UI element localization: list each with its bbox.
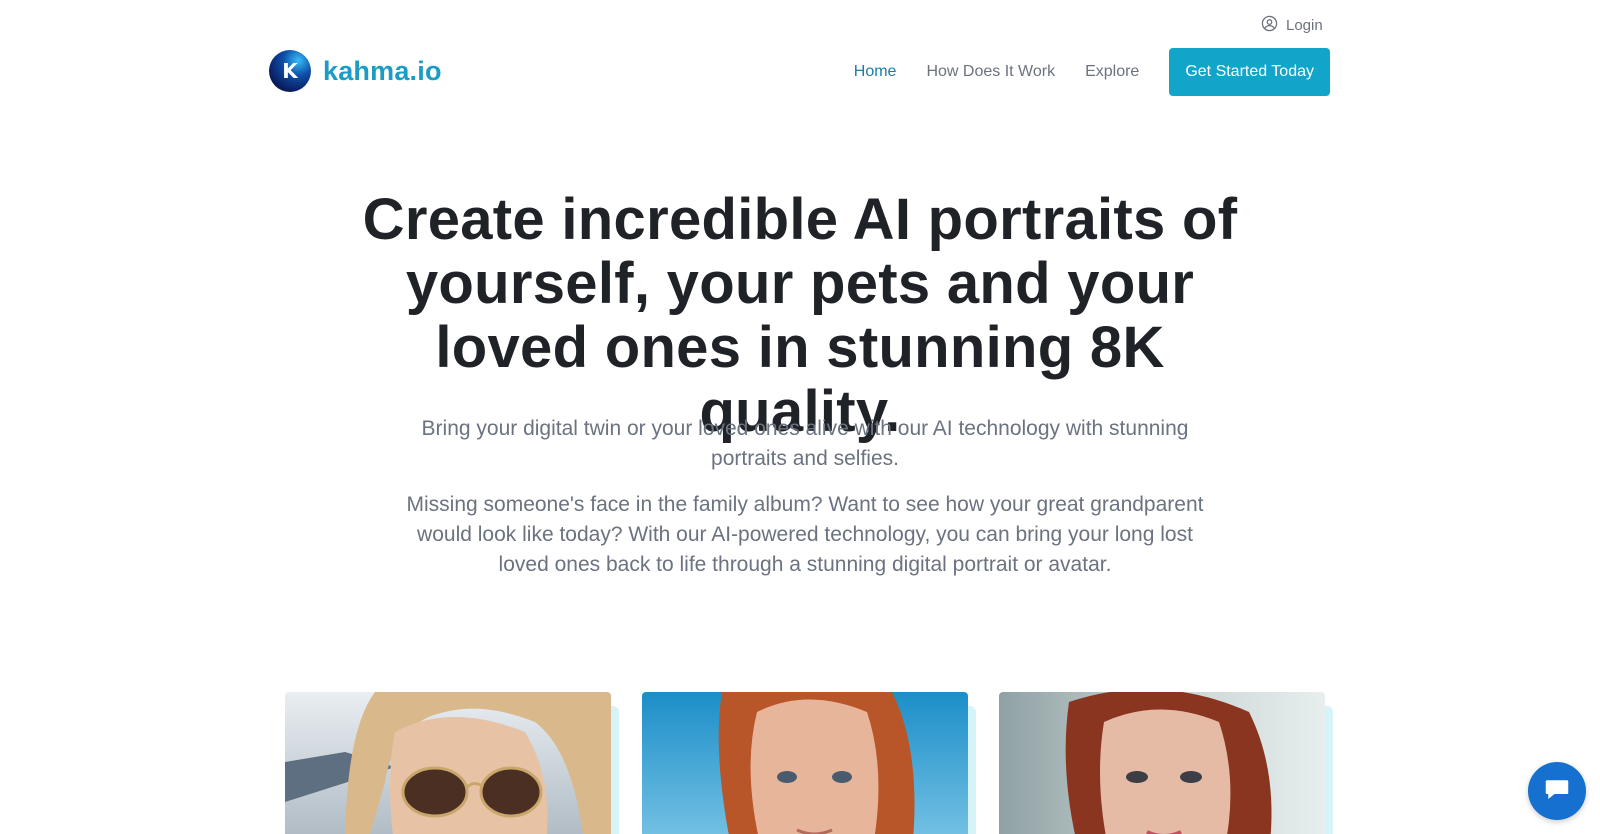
nav-item-home[interactable]: Home: [854, 63, 897, 81]
logo-mark: K: [269, 50, 311, 92]
gallery-card[interactable]: [642, 692, 976, 834]
gallery-card[interactable]: [285, 692, 619, 834]
user-circle-icon: [1261, 15, 1278, 36]
portrait-gallery: [285, 692, 1333, 834]
portrait-redhead-blue-sky: [642, 692, 968, 834]
chat-bubble-icon: [1542, 774, 1572, 809]
hero-subtitle: Bring your digital twin or your loved on…: [421, 417, 1189, 470]
main-nav: Home How Does It Work Explore Get Starte…: [824, 48, 1330, 96]
logo[interactable]: K kahma.io: [269, 50, 442, 92]
page: Login K kahma.io Home How Does It Work E…: [0, 0, 1600, 834]
logo-text: kahma.io: [323, 55, 442, 86]
login-label: Login: [1286, 17, 1323, 34]
nav-item-explore[interactable]: Explore: [1085, 63, 1139, 81]
portrait-redhead-indoor: [999, 692, 1325, 834]
gallery-card[interactable]: [999, 692, 1333, 834]
portrait-blonde-sunglasses: [285, 692, 611, 834]
chat-widget-button[interactable]: [1528, 762, 1586, 820]
get-started-button[interactable]: Get Started Today: [1169, 48, 1330, 96]
nav-item-how-does-it-work[interactable]: How Does It Work: [926, 63, 1055, 81]
hero-description: Missing someone's face in the family alb…: [406, 493, 1204, 576]
login-link[interactable]: Login: [1261, 15, 1323, 36]
hero-title: Create incredible AI portraits of yourse…: [362, 187, 1238, 444]
